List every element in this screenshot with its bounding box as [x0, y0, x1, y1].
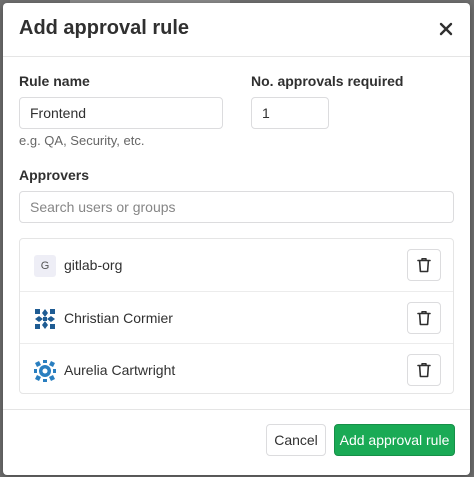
approvers-list: G gitlab-org Christian Cormier Aurelia C… [19, 238, 454, 394]
cancel-button[interactable]: Cancel [266, 424, 326, 456]
approvers-label: Approvers [19, 167, 90, 183]
trash-icon [417, 311, 431, 326]
rule-name-help: e.g. QA, Security, etc. [19, 133, 145, 148]
rule-name-input[interactable] [19, 97, 223, 129]
add-approval-rule-modal: Add approval rule Rule name e.g. QA, Sec… [3, 3, 470, 475]
identicon-image [34, 308, 56, 330]
remove-approver-button[interactable] [407, 354, 441, 386]
modal-title: Add approval rule [19, 17, 190, 39]
approvals-required-label: No. approvals required [251, 73, 404, 89]
approver-row: Christian Cormier [20, 291, 453, 343]
rule-name-label: Rule name [19, 73, 90, 89]
approver-row: G gitlab-org [20, 239, 453, 291]
approver-name[interactable]: Christian Cormier [64, 310, 173, 326]
identicon-avatar [34, 360, 56, 382]
approver-row: Aurelia Cartwright [20, 343, 453, 395]
group-avatar: G [34, 255, 56, 277]
approvers-search-input[interactable] [19, 191, 454, 223]
identicon-avatar [34, 308, 56, 330]
remove-approver-button[interactable] [407, 249, 441, 281]
trash-icon [417, 363, 431, 378]
approvals-required-input[interactable] [251, 97, 329, 129]
approver-name[interactable]: Aurelia Cartwright [64, 362, 175, 378]
remove-approver-button[interactable] [407, 302, 441, 334]
modal-header: Add approval rule [3, 3, 470, 57]
close-icon [439, 22, 453, 36]
trash-icon [417, 258, 431, 273]
add-approval-rule-button[interactable]: Add approval rule [334, 424, 455, 456]
modal-footer: Cancel Add approval rule [3, 409, 470, 475]
identicon-image [34, 360, 56, 382]
close-button[interactable] [434, 17, 458, 41]
approver-name[interactable]: gitlab-org [64, 257, 122, 273]
